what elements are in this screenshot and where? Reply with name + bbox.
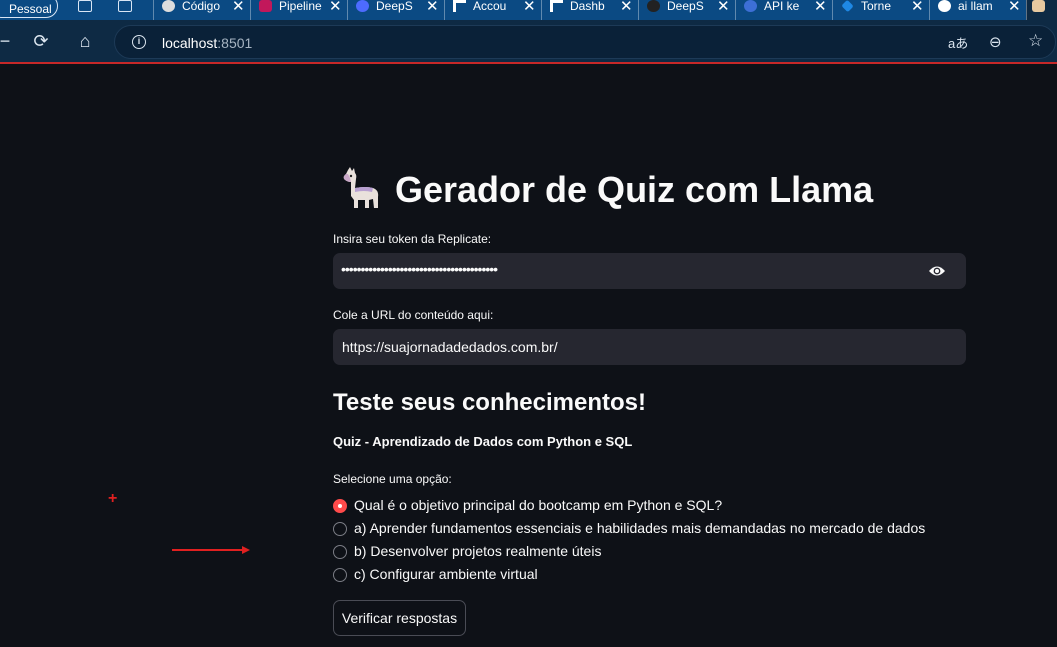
tab-active[interactable]: [1026, 0, 1057, 20]
quiz-title: Quiz - Aprendizado de Dados com Python e…: [333, 434, 633, 449]
address-url: localhost:8501: [162, 35, 253, 51]
cursor-crosshair-icon: +: [108, 490, 118, 507]
close-tab-icon[interactable]: ✕: [620, 0, 633, 15]
tab-1[interactable]: Código ✕: [153, 0, 250, 20]
tab-title: Pipeline: [279, 0, 322, 13]
toolbar-divider: [0, 62, 1057, 64]
radio-option-label: b) Desenvolver projetos realmente úteis: [354, 543, 602, 559]
llama-icon: [343, 167, 379, 208]
token-label: Insira seu token da Replicate:: [333, 232, 492, 246]
url-input[interactable]: https://suajornadadedados.com.br/: [333, 329, 966, 365]
home-icon[interactable]: ⌂: [74, 30, 96, 52]
tab-actions-icon[interactable]: [118, 0, 132, 12]
radio-button-selected[interactable]: [333, 499, 347, 513]
app-title: Gerador de Quiz com Llama: [395, 169, 874, 210]
close-tab-icon[interactable]: ✕: [814, 0, 827, 15]
tab-title: Torne: [861, 0, 892, 13]
translate-icon[interactable]: aあ: [948, 33, 968, 52]
site-info-icon[interactable]: i: [132, 35, 146, 49]
replicate-icon: [453, 0, 466, 12]
tab-8[interactable]: Torne ✕: [832, 0, 929, 20]
tab-title: Accou: [473, 0, 507, 13]
tab-6[interactable]: DeepS ✕: [638, 0, 735, 20]
tab-title: ai llam: [958, 0, 993, 13]
tab-title: DeepS: [376, 0, 413, 13]
close-tab-icon[interactable]: ✕: [329, 0, 342, 15]
diamond-icon: [841, 0, 854, 13]
deepseek-dark-icon: [647, 0, 660, 12]
tab-title: Código: [182, 0, 221, 13]
llama-icon: [1032, 0, 1045, 12]
verify-answers-button[interactable]: Verificar respostas: [333, 600, 466, 636]
profile-button[interactable]: Pessoal: [0, 0, 58, 18]
close-tab-icon[interactable]: ✕: [717, 0, 730, 15]
youtube-icon: [259, 0, 272, 12]
token-input[interactable]: ••••••••••••••••••••••••••••••••••••••••: [333, 253, 966, 289]
collections-icon[interactable]: [78, 0, 92, 12]
close-tab-icon[interactable]: ✕: [911, 0, 924, 15]
show-password-icon[interactable]: [928, 264, 946, 278]
radio-option-label: Qual é o objetivo principal do bootcamp …: [354, 497, 723, 513]
deepseek-icon: [356, 0, 369, 12]
radio-button[interactable]: [333, 522, 347, 536]
api-icon: [744, 0, 757, 12]
google-icon: [938, 0, 951, 12]
browser-tabstrip: Pessoal Código ✕ Pipeline ✕ DeepS ✕ Acco…: [0, 0, 1057, 20]
url-label: Cole a URL do conteúdo aqui:: [333, 308, 494, 322]
tab-2[interactable]: Pipeline ✕: [250, 0, 347, 20]
tab-title: Dashb: [570, 0, 605, 13]
annotation-arrow-icon: [172, 546, 250, 554]
token-value: ••••••••••••••••••••••••••••••••••••••••: [341, 261, 498, 277]
close-tab-icon[interactable]: ✕: [232, 0, 245, 15]
tab-title: API ke: [764, 0, 800, 13]
profile-label: Pessoal: [9, 2, 52, 16]
close-tab-icon[interactable]: ✕: [426, 0, 439, 15]
tab-4[interactable]: Accou ✕: [444, 0, 541, 20]
zoom-icon[interactable]: ⊖: [989, 33, 1002, 51]
url-value: https://suajornadadedados.com.br/: [342, 339, 558, 355]
close-tab-icon[interactable]: ✕: [1008, 0, 1021, 15]
close-tab-icon[interactable]: ✕: [523, 0, 536, 15]
replicate-icon: [550, 0, 563, 12]
reload-icon[interactable]: ⟳: [30, 30, 52, 52]
tab-title: DeepS: [667, 0, 704, 13]
favorite-star-icon[interactable]: ☆: [1028, 31, 1043, 51]
radio-option-label: c) Configurar ambiente virtual: [354, 566, 538, 582]
address-bar[interactable]: i localhost:8501 aあ ⊖ ☆: [114, 25, 1056, 59]
tab-7[interactable]: API ke ✕: [735, 0, 832, 20]
back-icon[interactable]: −: [0, 30, 16, 52]
radio-group-label: Selecione uma opção:: [333, 472, 452, 486]
openai-icon: [162, 0, 175, 12]
radio-button[interactable]: [333, 568, 347, 582]
tab-5[interactable]: Dashb ✕: [541, 0, 638, 20]
tab-9[interactable]: ai llam ✕: [929, 0, 1026, 20]
tab-3[interactable]: DeepS ✕: [347, 0, 444, 20]
radio-option-label: a) Aprender fundamentos essenciais e hab…: [354, 520, 926, 536]
radio-button[interactable]: [333, 545, 347, 559]
quiz-subheader: Teste seus conhecimentos!: [333, 389, 646, 416]
